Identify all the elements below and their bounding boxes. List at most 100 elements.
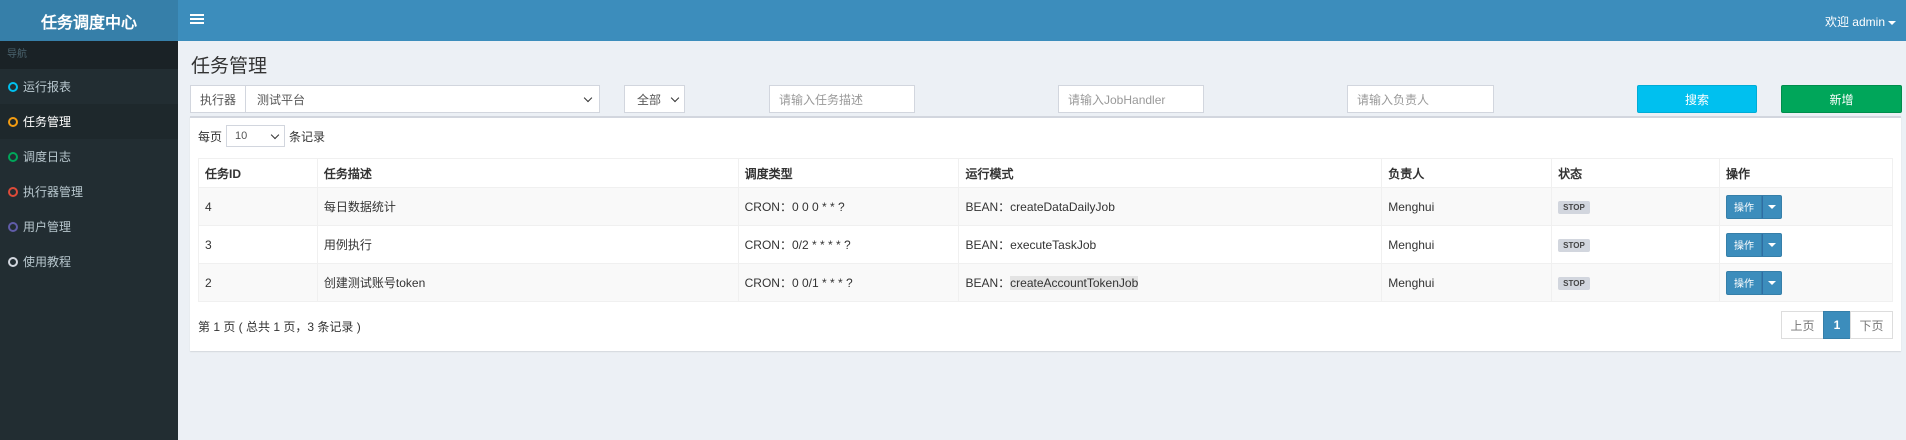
mode-handler: executeTaskJob bbox=[1010, 238, 1097, 252]
column-header-status[interactable]: 状态 bbox=[1551, 158, 1721, 188]
table-summary: 第 1 页 ( 总共 1 页，3 条记录 ) bbox=[198, 320, 361, 334]
page-size-prefix: 每页 bbox=[198, 129, 223, 144]
add-job-button[interactable]: 新增 bbox=[1781, 85, 1902, 113]
table-row: 3 用例执行 CRON：0/2 * * * * ? BEAN：executeTa… bbox=[198, 225, 1893, 264]
sidebar-item-label: 调度日志 bbox=[23, 150, 72, 164]
cell-desc: 创建测试账号token bbox=[316, 263, 739, 302]
job-desc-input[interactable]: 请输入任务描述 bbox=[769, 85, 915, 113]
cell-actions: 操作 bbox=[1719, 263, 1893, 302]
cell-id: 4 bbox=[198, 187, 318, 226]
status-select[interactable]: 全部 bbox=[624, 85, 685, 113]
sidebar-item-label: 任务管理 bbox=[23, 115, 72, 129]
caret-down-icon bbox=[1888, 20, 1896, 25]
menu-toggle-icon[interactable] bbox=[190, 12, 204, 26]
executor-select-value: 测试平台 bbox=[257, 92, 306, 107]
operation-button-group: 操作 bbox=[1726, 232, 1783, 257]
search-button[interactable]: 搜索 bbox=[1637, 85, 1757, 113]
sidebar-item-jobs[interactable]: 任务管理 bbox=[0, 104, 178, 139]
status-badge: STOP bbox=[1558, 239, 1590, 252]
cell-mode: BEAN：createAccountTokenJob bbox=[958, 263, 1383, 302]
owner-placeholder: 请输入负责人 bbox=[1357, 92, 1430, 107]
sidebar-item-label: 用户管理 bbox=[23, 220, 72, 234]
cell-mode: BEAN：executeTaskJob bbox=[958, 225, 1383, 264]
sidebar-item-reports[interactable]: 运行报表 bbox=[0, 69, 178, 104]
mode-handler: createAccountTokenJob bbox=[1010, 276, 1139, 290]
cell-status: STOP bbox=[1551, 187, 1721, 226]
circle-icon bbox=[8, 116, 18, 127]
job-table-box: 每页 10 条记录 任务ID 任务描述 调度类型 运行模式 负责人 状态 操作 … bbox=[190, 116, 1901, 351]
page-size-select[interactable]: 10 bbox=[226, 125, 286, 147]
column-header-schedule[interactable]: 调度类型 bbox=[737, 158, 960, 188]
cell-id: 3 bbox=[198, 225, 318, 264]
app-logo[interactable]: 任务调度中心 bbox=[0, 0, 178, 41]
executor-filter: 执行器 测试平台 bbox=[190, 85, 600, 113]
operation-dropdown-toggle[interactable] bbox=[1762, 232, 1783, 257]
operation-button[interactable]: 操作 bbox=[1726, 270, 1763, 295]
cell-status: STOP bbox=[1551, 225, 1721, 264]
mode-prefix: BEAN： bbox=[965, 238, 1011, 252]
mode-prefix: BEAN： bbox=[965, 276, 1011, 290]
operation-button[interactable]: 操作 bbox=[1726, 232, 1763, 257]
cell-actions: 操作 bbox=[1719, 187, 1893, 226]
circle-icon bbox=[8, 256, 18, 267]
status-badge: STOP bbox=[1558, 277, 1590, 290]
operation-button-group: 操作 bbox=[1726, 194, 1783, 219]
caret-down-icon bbox=[1768, 242, 1777, 247]
cell-desc: 用例执行 bbox=[316, 225, 739, 264]
cell-schedule: CRON：0/2 * * * * ? bbox=[737, 225, 960, 264]
table-header-row: 任务ID 任务描述 调度类型 运行模式 负责人 状态 操作 bbox=[198, 158, 1893, 188]
pagination-next[interactable]: 下页 bbox=[1850, 311, 1893, 339]
chevron-down-icon bbox=[670, 93, 680, 102]
column-header-owner[interactable]: 负责人 bbox=[1381, 158, 1553, 188]
column-header-mode[interactable]: 运行模式 bbox=[958, 158, 1383, 188]
sidebar-item-logs[interactable]: 调度日志 bbox=[0, 139, 178, 174]
caret-down-icon bbox=[1768, 280, 1777, 285]
cell-owner: Menghui bbox=[1381, 263, 1553, 302]
job-desc-placeholder: 请输入任务描述 bbox=[779, 92, 864, 107]
page-size-value: 10 bbox=[235, 130, 248, 142]
sidebar-item-help[interactable]: 使用教程 bbox=[0, 244, 178, 279]
user-menu-label: 欢迎 admin bbox=[1824, 15, 1885, 29]
pagination-prev[interactable]: 上页 bbox=[1781, 311, 1824, 339]
page-size-control: 每页 10 条记录 bbox=[198, 125, 325, 147]
user-menu[interactable]: 欢迎 admin bbox=[1825, 13, 1896, 30]
pagination-page[interactable]: 1 bbox=[1823, 311, 1851, 339]
column-header-id[interactable]: 任务ID bbox=[198, 158, 318, 188]
cell-id: 2 bbox=[198, 263, 318, 302]
status-select-value: 全部 bbox=[637, 92, 662, 107]
caret-down-icon bbox=[1768, 204, 1777, 209]
column-header-actions: 操作 bbox=[1719, 158, 1893, 188]
sidebar-item-label: 运行报表 bbox=[23, 80, 72, 94]
circle-icon bbox=[8, 81, 18, 92]
search-button-label: 搜索 bbox=[1684, 92, 1709, 107]
executor-label: 执行器 bbox=[190, 85, 245, 113]
sidebar: 导航 运行报表 任务管理 调度日志 执行器管理 用户管理 使用教程 bbox=[0, 41, 178, 440]
job-handler-input[interactable]: 请输入JobHandler bbox=[1058, 85, 1204, 113]
column-header-desc[interactable]: 任务描述 bbox=[316, 158, 739, 188]
add-job-button-label: 新增 bbox=[1829, 92, 1854, 107]
circle-icon bbox=[8, 186, 18, 197]
job-table: 任务ID 任务描述 调度类型 运行模式 负责人 状态 操作 4 每日数据统计 C… bbox=[198, 158, 1893, 302]
cell-desc: 每日数据统计 bbox=[316, 187, 739, 226]
operation-button-group: 操作 bbox=[1726, 270, 1783, 295]
operation-button[interactable]: 操作 bbox=[1726, 194, 1763, 219]
cell-owner: Menghui bbox=[1381, 187, 1553, 226]
chevron-down-icon bbox=[270, 130, 280, 139]
job-handler-placeholder: 请输入JobHandler bbox=[1068, 92, 1166, 107]
owner-input[interactable]: 请输入负责人 bbox=[1347, 85, 1494, 113]
sidebar-item-users[interactable]: 用户管理 bbox=[0, 209, 178, 244]
table-row: 4 每日数据统计 CRON：0 0 0 * * ? BEAN：createDat… bbox=[198, 187, 1893, 226]
nav-header: 导航 bbox=[0, 41, 178, 69]
page-title: 任务管理 bbox=[191, 56, 268, 77]
operation-dropdown-toggle[interactable] bbox=[1762, 270, 1783, 295]
executor-select[interactable]: 测试平台 bbox=[245, 85, 600, 113]
table-row: 2 创建测试账号token CRON：0 0/1 * * * ? BEAN：cr… bbox=[198, 263, 1893, 302]
sidebar-item-executors[interactable]: 执行器管理 bbox=[0, 174, 178, 209]
cell-owner: Menghui bbox=[1381, 225, 1553, 264]
circle-icon bbox=[8, 221, 18, 232]
operation-dropdown-toggle[interactable] bbox=[1762, 194, 1783, 219]
sidebar-item-label: 使用教程 bbox=[23, 255, 72, 269]
mode-prefix: BEAN： bbox=[965, 200, 1011, 214]
chevron-down-icon bbox=[583, 93, 593, 102]
cell-actions: 操作 bbox=[1719, 225, 1893, 264]
